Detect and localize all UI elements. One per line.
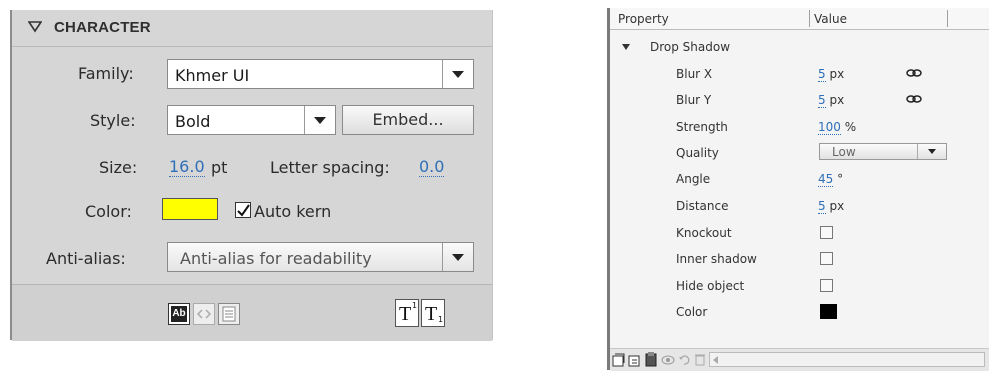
embed-button[interactable]: Embed... — [342, 105, 474, 135]
show-border-icon[interactable] — [193, 303, 215, 325]
chevron-down-icon — [928, 149, 936, 154]
checkmark-icon — [237, 204, 250, 217]
superscript-icon[interactable]: T 1 — [395, 299, 419, 327]
distance-unit: px — [829, 199, 845, 213]
property-label: Blur Y — [676, 93, 712, 107]
panel-right-border — [492, 10, 493, 340]
family-dropdown[interactable]: Khmer UI — [167, 59, 474, 89]
character-section-header[interactable]: CHARACTER — [12, 10, 492, 47]
expand-triangle-icon[interactable] — [622, 44, 630, 51]
column-divider[interactable] — [809, 10, 810, 27]
preset-icon[interactable] — [628, 353, 641, 367]
angle-value[interactable]: 45 — [818, 172, 834, 187]
size-unit: pt — [211, 158, 228, 177]
add-filter-icon[interactable] — [612, 353, 625, 367]
chevron-down-icon — [314, 117, 326, 124]
character-footer: Ab T 1 T 1 — [12, 284, 492, 341]
value-column-header[interactable]: Value — [814, 12, 847, 26]
section-title: CHARACTER — [54, 19, 151, 36]
property-label: Hide object — [676, 279, 745, 293]
clipboard-icon[interactable] — [644, 352, 658, 367]
quality-dropdown-arrow[interactable] — [917, 144, 946, 159]
property-row[interactable]: Angle 45 ° — [610, 166, 989, 192]
property-row[interactable]: Color — [610, 299, 989, 325]
letter-spacing-label: Letter spacing: — [270, 158, 390, 177]
column-divider[interactable] — [947, 10, 948, 27]
reset-filter-icon[interactable] — [678, 353, 691, 366]
anti-alias-label: Anti-alias: — [46, 249, 126, 268]
inner-shadow-checkbox[interactable] — [820, 252, 833, 265]
strength-unit: % — [844, 120, 857, 134]
color-swatch[interactable] — [162, 198, 218, 220]
property-label: Knockout — [676, 226, 732, 240]
blur-x-value[interactable]: 5 — [818, 67, 826, 82]
property-row[interactable]: Blur X 5 px — [610, 61, 989, 87]
family-label: Family: — [78, 64, 134, 83]
collapse-triangle-icon[interactable] — [28, 21, 42, 33]
property-row[interactable]: Distance 5 px — [610, 193, 989, 219]
color-label: Color: — [85, 202, 132, 221]
render-html-icon[interactable] — [218, 303, 240, 325]
style-dropdown[interactable]: Bold — [167, 105, 336, 135]
group-row-drop-shadow[interactable]: Drop Shadow — [610, 34, 989, 60]
delete-filter-icon[interactable] — [694, 353, 706, 366]
subscript-icon[interactable]: T 1 — [421, 299, 445, 327]
distance-value[interactable]: 5 — [818, 199, 826, 214]
style-value: Bold — [175, 112, 211, 131]
auto-kern-label: Auto kern — [254, 202, 332, 221]
property-row[interactable]: Hide object — [610, 273, 989, 299]
grid-header: Property Value — [610, 8, 989, 30]
property-row[interactable]: Strength 100 % — [610, 114, 989, 140]
knockout-checkbox[interactable] — [820, 226, 833, 239]
chevron-down-icon — [452, 254, 464, 261]
auto-kern-checkbox[interactable] — [235, 202, 251, 218]
property-label: Distance — [676, 199, 729, 213]
anti-alias-dropdown[interactable]: Anti-alias for readability — [167, 242, 474, 272]
property-row[interactable]: Quality Low — [610, 140, 989, 166]
size-label: Size: — [99, 158, 138, 177]
size-value[interactable]: 16.0 — [169, 158, 205, 177]
horizontal-scrollbar[interactable] — [709, 352, 985, 367]
style-label: Style: — [90, 111, 136, 130]
property-label: Inner shadow — [676, 252, 757, 266]
filter-toolbar — [610, 348, 989, 371]
anti-alias-dropdown-arrow[interactable] — [442, 243, 473, 271]
character-panel: CHARACTER Family: Khmer UI Style: Bold E… — [12, 10, 492, 341]
chevron-down-icon — [452, 71, 464, 78]
hide-object-checkbox[interactable] — [820, 279, 833, 292]
angle-unit: ° — [837, 172, 844, 186]
property-label: Strength — [676, 120, 728, 134]
property-label: Blur X — [676, 67, 713, 81]
property-row[interactable]: Knockout — [610, 220, 989, 246]
quality-dropdown[interactable]: Low — [819, 143, 947, 160]
strength-value[interactable]: 100 — [818, 120, 841, 135]
property-label: Angle — [676, 172, 711, 186]
enable-filter-icon[interactable] — [661, 353, 675, 366]
property-label: Color — [676, 305, 708, 319]
blur-y-value[interactable]: 5 — [818, 93, 826, 108]
family-value: Khmer UI — [175, 66, 250, 85]
family-dropdown-arrow[interactable] — [442, 60, 473, 88]
anti-alias-value: Anti-alias for readability — [180, 249, 372, 268]
blur-y-unit: px — [829, 93, 845, 107]
selectable-text-icon[interactable]: Ab — [168, 303, 190, 325]
shadow-color-swatch[interactable] — [820, 304, 837, 319]
group-label: Drop Shadow — [650, 40, 731, 54]
filter-property-grid: Property Value Drop Shadow Blur X 5 px B… — [610, 8, 989, 371]
scroll-left-icon[interactable] — [713, 356, 718, 364]
property-label: Quality — [676, 146, 719, 160]
blur-x-unit: px — [829, 67, 845, 81]
link-chain-icon[interactable] — [906, 69, 922, 77]
letter-spacing-value[interactable]: 0.0 — [419, 158, 445, 177]
style-dropdown-arrow[interactable] — [304, 106, 335, 134]
property-column-header[interactable]: Property — [618, 12, 669, 26]
link-chain-icon[interactable] — [906, 95, 922, 103]
property-row[interactable]: Blur Y 5 px — [610, 87, 989, 113]
property-row[interactable]: Inner shadow — [610, 246, 989, 272]
quality-value: Low — [832, 145, 856, 159]
